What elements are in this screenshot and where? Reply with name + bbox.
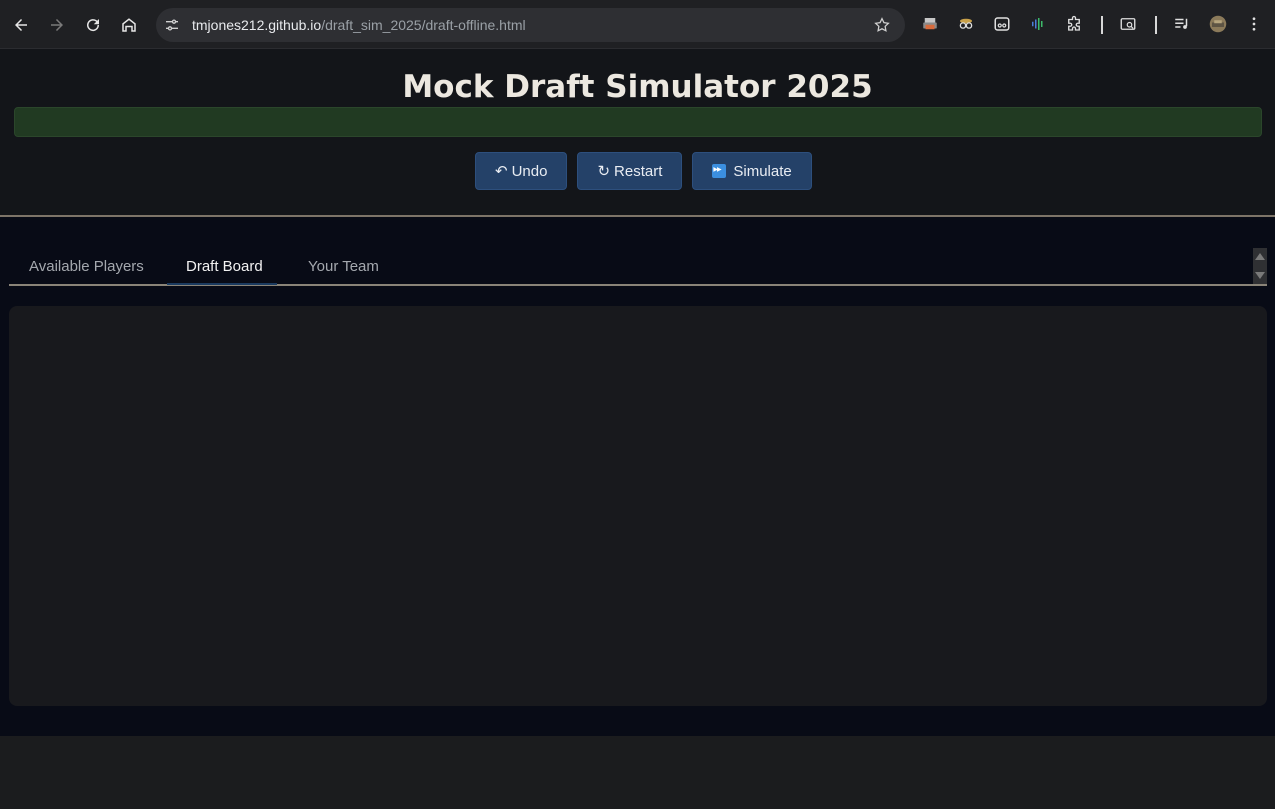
forward-arrow-icon	[51, 19, 63, 31]
scroll-up-arrow-icon[interactable]	[1255, 253, 1265, 260]
restart-icon: ↻	[597, 163, 611, 180]
extension-subtitles-icon[interactable]	[991, 13, 1013, 35]
tab-search-icon[interactable]	[1117, 13, 1139, 35]
extension-audio-icon[interactable]	[1027, 13, 1049, 35]
media-controls-icon[interactable]	[1171, 13, 1193, 35]
fast-forward-icon	[712, 164, 727, 178]
restart-button[interactable]: ↻ Restart	[577, 152, 683, 190]
toolbar-separator	[1155, 16, 1157, 34]
undo-button[interactable]: ↶ Undo	[475, 152, 568, 190]
view-tabs: Available Players Draft Board Your Team	[9, 248, 1267, 286]
page-content: Mock Draft Simulator 2025 ↶ Undo ↻ Resta…	[0, 49, 1275, 736]
page-title: Mock Draft Simulator 2025	[402, 69, 873, 105]
scroll-down-arrow-icon[interactable]	[1255, 272, 1265, 279]
home-icon	[122, 18, 136, 32]
undo-icon: ↶	[495, 163, 508, 180]
draft-board-panel	[9, 306, 1267, 706]
tab-your-team[interactable]: Your Team	[308, 258, 379, 275]
undo-label: Undo	[511, 162, 548, 180]
back-button[interactable]	[5, 9, 37, 41]
toolbar-separator	[1101, 16, 1103, 34]
extensions-puzzle-icon[interactable]	[1063, 13, 1085, 35]
home-button[interactable]	[113, 9, 145, 41]
url-path: /draft_sim_2025/draft-offline.html	[321, 17, 526, 33]
reload-button[interactable]	[77, 9, 109, 41]
url-host: tmjones212.github.io	[192, 17, 322, 33]
control-buttons: ↶ Undo ↻ Restart Simulate	[475, 152, 812, 190]
active-tab-indicator	[167, 283, 277, 285]
browser-menu-icon[interactable]	[1243, 13, 1265, 35]
reload-icon	[87, 19, 100, 32]
tabs-scroll-control[interactable]	[1253, 248, 1267, 284]
simulate-button[interactable]: Simulate	[692, 152, 812, 190]
address-bar[interactable]: tmjones212.github.io/draft_sim_2025/draf…	[156, 8, 905, 42]
site-info-icon[interactable]	[164, 17, 180, 33]
restart-label: Restart	[614, 162, 663, 180]
profile-avatar[interactable]	[1207, 13, 1229, 35]
draft-status-bar	[14, 107, 1262, 137]
extension-printer-icon[interactable]	[919, 13, 941, 35]
browser-toolbar: tmjones212.github.io/draft_sim_2025/draf…	[0, 0, 1275, 49]
bookmark-star-icon[interactable]	[873, 16, 891, 34]
tab-draft-board[interactable]: Draft Board	[186, 258, 263, 275]
page-header: Mock Draft Simulator 2025 ↶ Undo ↻ Resta…	[0, 49, 1275, 217]
back-arrow-icon	[15, 19, 27, 31]
tab-available-players[interactable]: Available Players	[29, 258, 144, 275]
url-text: tmjones212.github.io/draft_sim_2025/draf…	[192, 17, 526, 33]
forward-button[interactable]	[41, 9, 73, 41]
simulate-label: Simulate	[733, 162, 792, 180]
extension-spy-icon[interactable]	[955, 13, 977, 35]
